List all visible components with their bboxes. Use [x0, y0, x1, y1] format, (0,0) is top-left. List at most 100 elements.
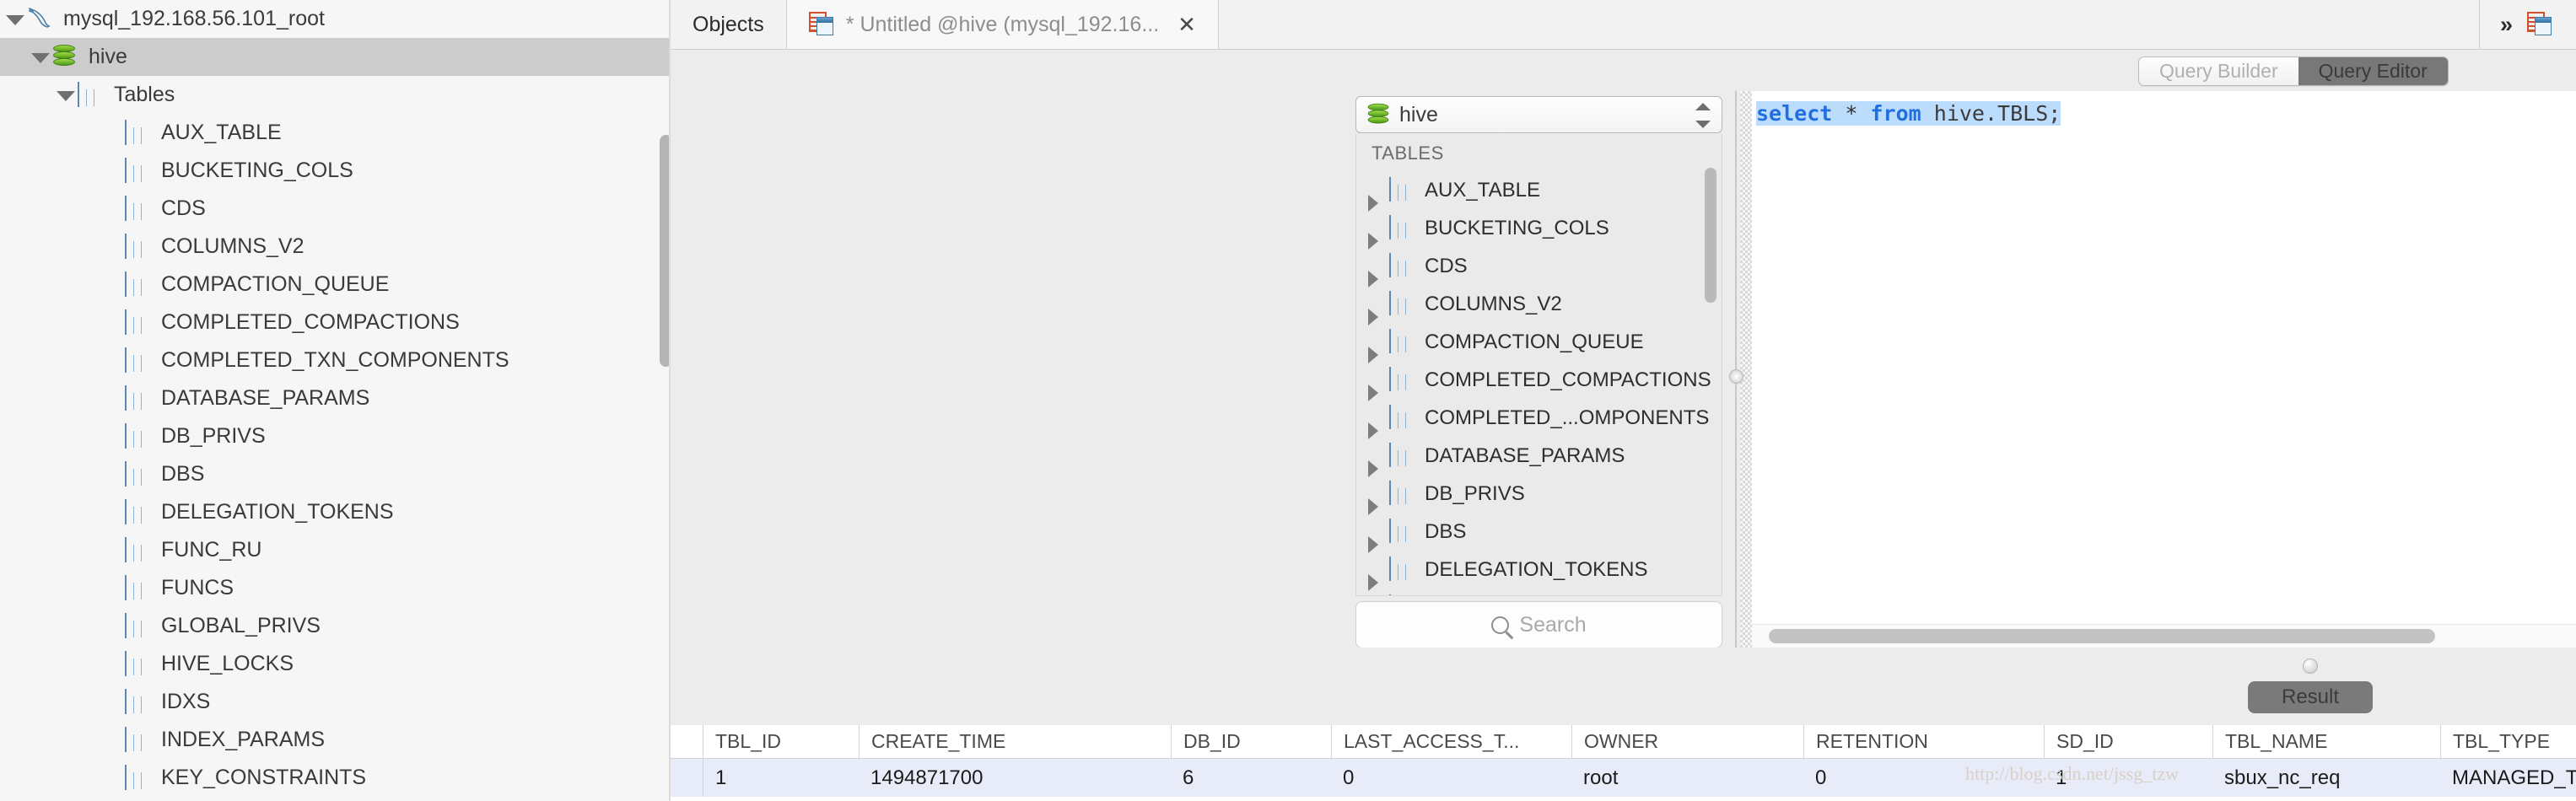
result-resize-handle[interactable]: [2303, 659, 2318, 674]
table-cell[interactable]: sbux_nc_req: [2212, 759, 2440, 797]
objects-list-item[interactable]: DATABASE_PARAMS: [1356, 437, 1722, 477]
sql-editor-content[interactable]: select * from hive.TBLS;: [1752, 91, 2576, 126]
objects-list-item[interactable]: COMPACTION_QUEUE: [1356, 323, 1722, 363]
table-cell[interactable]: 1494871700: [859, 759, 1171, 797]
tree-item-icon-slot: [123, 650, 152, 677]
tab-query-editor[interactable]: Query Editor: [2298, 57, 2448, 85]
tree-item-table[interactable]: DELEGATION_TOKENS: [0, 493, 671, 531]
splitter-handle[interactable]: [1729, 369, 1743, 384]
objects-list-item[interactable]: BUCKETING_COLS: [1356, 209, 1722, 250]
tree-item-table[interactable]: COMPLETED_COMPACTIONS: [0, 304, 671, 341]
objects-list-scrollbar-thumb[interactable]: [1705, 168, 1716, 303]
objects-list-item[interactable]: DELEGATION_TOKENS: [1356, 551, 1722, 591]
tree-item-table[interactable]: HIVE_LOCKS: [0, 645, 671, 683]
tree-item-table[interactable]: COMPLETED_TXN_COMPONENTS: [0, 341, 671, 379]
tab-query-builder[interactable]: Query Builder: [2139, 57, 2298, 85]
tree-item-table[interactable]: GLOBAL_PRIVS: [0, 607, 671, 645]
table-icon: [1389, 366, 1406, 391]
chevron-double-right-icon[interactable]: »: [2480, 0, 2527, 49]
table-cell[interactable]: 0: [1803, 759, 2044, 797]
table-cell[interactable]: 6: [1171, 759, 1331, 797]
result-button[interactable]: Result: [2248, 681, 2373, 713]
column-header[interactable]: RETENTION: [1803, 725, 2044, 758]
table-cell[interactable]: 1: [703, 759, 859, 797]
tab-untitled-query[interactable]: * Untitled @hive (mysql_192.16... ✕: [786, 0, 1219, 49]
object-tree-sidebar[interactable]: mysql_192.168.56.101_root hive Tables AUX_T…: [0, 0, 671, 801]
sql-editor[interactable]: select * from hive.TBLS;: [1752, 91, 2576, 648]
tree-item-table[interactable]: DBS: [0, 455, 671, 493]
table-icon: [125, 384, 142, 411]
query-mode-segmented-control[interactable]: Query Builder Query Editor: [2138, 56, 2449, 86]
objects-list-item[interactable]: FUNC_RU: [1356, 589, 1722, 595]
stepper-icon[interactable]: [1695, 103, 1711, 128]
objects-list-item-icon-slot: [1388, 480, 1415, 507]
result-grid[interactable]: TBL_ID CREATE_TIME DB_ID LAST_ACCESS_T... OW…: [671, 725, 2576, 801]
tree-item-tables-group[interactable]: Tables: [0, 76, 671, 114]
tab-bar-end-icon[interactable]: [2527, 0, 2576, 49]
tree-item-table[interactable]: INDEX_PARAMS: [0, 721, 671, 759]
table-cell[interactable]: MANAGED_TABLE: [2440, 759, 2576, 797]
tree-item-table[interactable]: DB_PRIVS: [0, 417, 671, 455]
sql-selection[interactable]: select * from hive.TBLS;: [1756, 101, 2061, 126]
tree-item-database-hive[interactable]: hive: [0, 38, 671, 76]
column-header[interactable]: OWNER: [1571, 725, 1803, 758]
tab-bar[interactable]: Objects * Untitled @hive (mysql_192.16..…: [671, 0, 2576, 50]
tree-item-table[interactable]: FUNC_RU: [0, 531, 671, 569]
table-cell[interactable]: 1: [2044, 759, 2212, 797]
column-header[interactable]: CREATE_TIME: [859, 725, 1171, 758]
tree-item-icon-slot: [123, 309, 152, 336]
objects-list-item[interactable]: COMPLETED_COMPACTIONS: [1356, 361, 1722, 401]
objects-panel[interactable]: hive TABLES AUX_TABLE BUCKETING_COLS CDS CO…: [1355, 96, 1722, 648]
table-icon: [125, 233, 142, 259]
objects-list-item-label: BUCKETING_COLS: [1425, 216, 1609, 239]
column-header[interactable]: TBL_NAME: [2212, 725, 2440, 758]
editor-horizontal-scrollbar[interactable]: [1752, 624, 2576, 648]
objects-list-rows[interactable]: AUX_TABLE BUCKETING_COLS CDS COLUMNS_V2 COMP…: [1356, 171, 1722, 595]
chevron-down-icon[interactable]: [54, 84, 76, 106]
table-cell[interactable]: 0: [1331, 759, 1571, 797]
tab-objects[interactable]: Objects: [671, 0, 787, 49]
objects-list-item-label: COMPLETED_COMPACTIONS: [1425, 368, 1711, 391]
objects-list-item[interactable]: DBS: [1356, 513, 1722, 553]
column-header[interactable]: TBL_ID: [703, 725, 859, 758]
tree-item-table[interactable]: KEY_CONSTRAINTS: [0, 759, 671, 797]
tree-item-table[interactable]: COLUMNS_V2: [0, 228, 671, 266]
tree-item-icon-slot: [123, 460, 152, 487]
objects-list[interactable]: TABLES AUX_TABLE BUCKETING_COLS CDS COLUMNS…: [1355, 134, 1722, 596]
chevron-down-icon[interactable]: [29, 46, 51, 68]
objects-list-item[interactable]: AUX_TABLE: [1356, 171, 1722, 212]
objects-list-item[interactable]: DB_PRIVS: [1356, 475, 1722, 515]
table-icon: [125, 498, 142, 524]
tree-item-connection[interactable]: mysql_192.168.56.101_root: [0, 0, 671, 38]
connection-tree[interactable]: mysql_192.168.56.101_root hive Tables AUX_T…: [0, 0, 671, 801]
table-cell[interactable]: root: [1571, 759, 1803, 797]
editor-gutter-hatch: [1740, 91, 1752, 648]
tree-item-table[interactable]: DATABASE_PARAMS: [0, 379, 671, 417]
column-header[interactable]: LAST_ACCESS_T...: [1331, 725, 1571, 758]
objects-list-item[interactable]: CDS: [1356, 247, 1722, 288]
database-select[interactable]: hive: [1355, 96, 1722, 133]
column-header[interactable]: SD_ID: [2044, 725, 2212, 758]
objects-search-input[interactable]: Search: [1355, 601, 1722, 648]
objects-list-item[interactable]: COLUMNS_V2: [1356, 285, 1722, 325]
editor-horizontal-scrollbar-thumb[interactable]: [1769, 629, 2435, 643]
tree-item-table[interactable]: MASTER_KEYS: [0, 797, 671, 801]
result-grid-header[interactable]: TBL_ID CREATE_TIME DB_ID LAST_ACCESS_T... OW…: [671, 725, 2576, 759]
column-header[interactable]: TBL_TYPE: [2440, 725, 2576, 758]
tree-item-table[interactable]: COMPACTION_QUEUE: [0, 266, 671, 304]
tree-item-icon-slot: [123, 688, 152, 715]
tree-item-table[interactable]: FUNCS: [0, 569, 671, 607]
tree-item-table[interactable]: AUX_TABLE: [0, 114, 671, 152]
column-header[interactable]: DB_ID: [1171, 725, 1331, 758]
chevron-down-icon[interactable]: [3, 8, 25, 30]
table-row[interactable]: 1149487170060root01sbux_nc_reqMANAGED_TA…: [671, 759, 2576, 797]
objects-list-item[interactable]: COMPLETED_...OMPONENTS: [1356, 399, 1722, 439]
close-icon[interactable]: ✕: [1178, 13, 1196, 35]
table-icon: [1389, 176, 1406, 202]
tree-item-table[interactable]: IDXS: [0, 683, 671, 721]
tree-item-table[interactable]: CDS: [0, 190, 671, 228]
tree-item-table[interactable]: BUCKETING_COLS: [0, 152, 671, 190]
